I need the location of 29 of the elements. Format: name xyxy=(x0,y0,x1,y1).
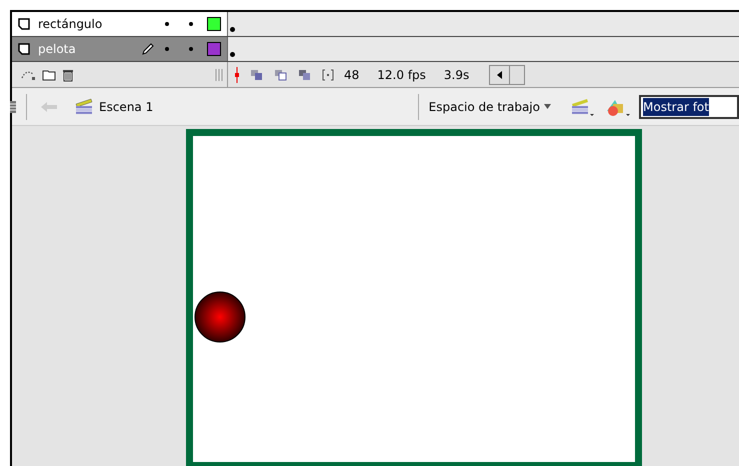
trash-icon[interactable] xyxy=(62,68,74,82)
current-frame: 48 xyxy=(344,66,360,84)
zoom-field[interactable]: Mostrar fot xyxy=(639,94,739,118)
onion-outline-icon[interactable] xyxy=(274,68,288,80)
layer-icon xyxy=(18,18,30,30)
layer-name: pelota xyxy=(38,41,77,58)
scrollbar[interactable] xyxy=(489,64,526,84)
playhead-icon[interactable] xyxy=(234,66,240,82)
ball xyxy=(194,291,246,343)
layer-color-swatch[interactable] xyxy=(207,42,221,56)
workspace-dropdown[interactable]: Espacio de trabajo xyxy=(428,98,551,116)
frame-rate: 12.0 fps xyxy=(377,66,426,84)
layer-name: rectángulo xyxy=(38,16,104,33)
clapperboard-menu-icon[interactable] xyxy=(571,96,595,116)
layer-icon xyxy=(18,43,30,55)
edit-frames-icon[interactable] xyxy=(298,68,312,80)
elapsed-time: 3.9s xyxy=(444,66,470,84)
scroll-left-icon[interactable] xyxy=(497,70,502,78)
onion-skin-icon[interactable] xyxy=(250,68,264,80)
layer-color-swatch[interactable] xyxy=(207,17,221,31)
scene-button[interactable]: Escena 1 xyxy=(75,98,154,116)
keyframe-icon[interactable] xyxy=(230,27,235,32)
grip-icon[interactable] xyxy=(215,68,223,82)
filmstrip-icon[interactable] xyxy=(10,100,16,114)
keyframe-icon[interactable] xyxy=(230,52,235,57)
clapperboard-icon xyxy=(75,98,93,115)
bracket-icon[interactable] xyxy=(322,68,334,80)
folder-icon[interactable] xyxy=(42,68,56,80)
dropdown-caret-icon xyxy=(544,104,551,109)
